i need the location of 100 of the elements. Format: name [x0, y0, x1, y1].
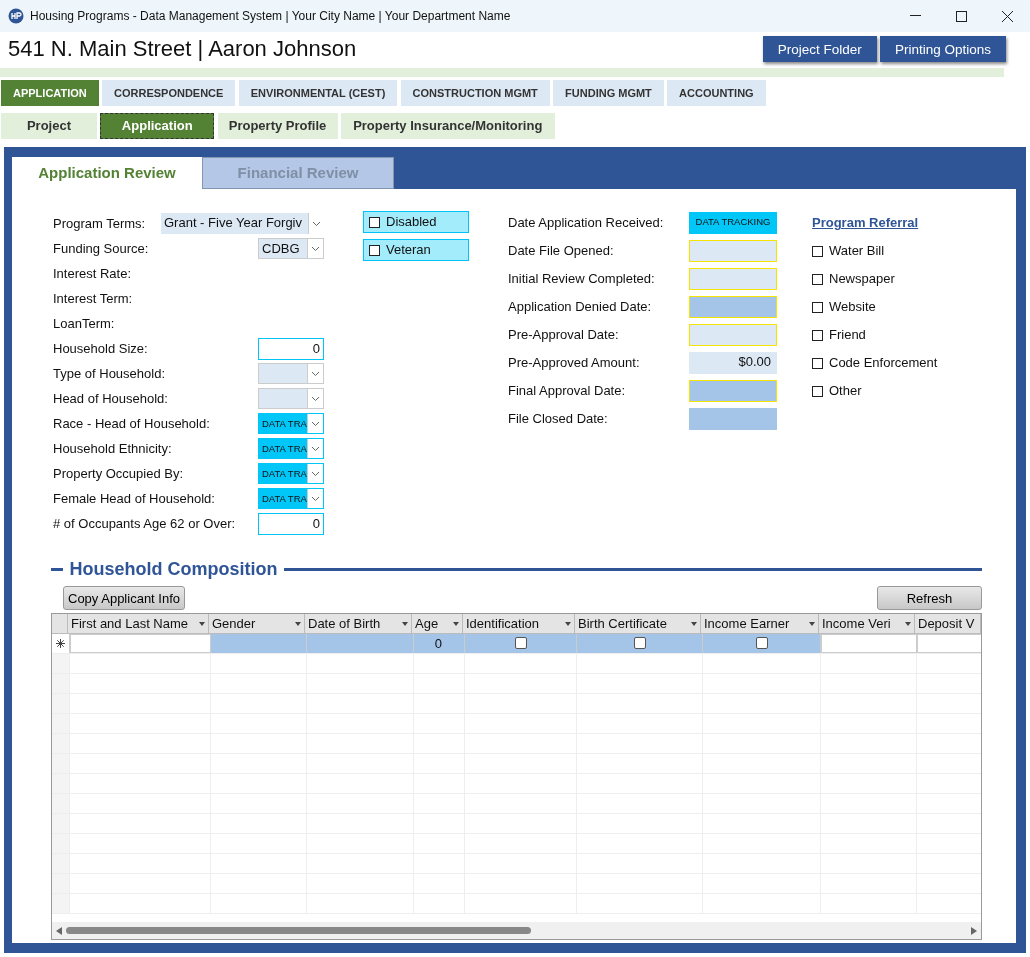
date-field[interactable]	[689, 296, 777, 318]
maximize-icon[interactable]	[955, 10, 967, 22]
column-header[interactable]: Identification	[463, 614, 575, 633]
table-cell[interactable]	[70, 634, 211, 653]
dropdown-field[interactable]: DATA TRA	[258, 413, 324, 434]
sub-tab[interactable]: Property Insurance/Monitoring	[340, 113, 555, 139]
sort-arrow-icon[interactable]	[453, 621, 459, 626]
dropdown-field[interactable]	[258, 388, 324, 409]
dropdown-field[interactable]: DATA TRA	[258, 463, 324, 484]
checkbox[interactable]	[633, 637, 646, 649]
sort-arrow-icon[interactable]	[199, 621, 205, 626]
column-title: Birth Certificate	[578, 614, 667, 633]
date-field[interactable]	[689, 408, 777, 430]
date-field[interactable]: $0.00	[689, 352, 777, 374]
table-cell[interactable]	[917, 634, 981, 653]
dropdown-field[interactable]: Grant - Five Year Forgiv	[161, 213, 324, 234]
close-icon[interactable]	[1001, 10, 1013, 22]
date-field[interactable]	[689, 324, 777, 346]
header-button[interactable]: Printing Options	[879, 36, 1006, 62]
review-tab[interactable]: Application Review	[12, 157, 202, 189]
field-label: File Closed Date:	[508, 410, 609, 429]
checkbox[interactable]	[812, 329, 823, 341]
date-field[interactable]: DATA TRACKING	[689, 212, 777, 234]
field-label: Pre-Approval Date:	[508, 326, 620, 345]
sort-arrow-icon[interactable]	[691, 621, 697, 626]
checkbox-label: Code Enforcement	[829, 354, 938, 373]
dropdown-field[interactable]: DATA TRA	[258, 438, 324, 459]
table-cell[interactable]	[307, 634, 414, 653]
field-label: Type of Household:	[53, 364, 166, 383]
window-title: Housing Programs - Data Management System | Your City Name | Your Department Name	[30, 8, 512, 25]
grid-button[interactable]: Refresh	[877, 586, 982, 610]
checkbox-label: Water Bill	[829, 242, 885, 261]
number-field[interactable]: 0	[258, 512, 324, 535]
section-tab[interactable]: APPLICATION	[1, 80, 99, 106]
checkbox-label: Friend	[829, 326, 866, 345]
column-header[interactable]: Income Veri	[819, 614, 915, 633]
number-field[interactable]: 0	[258, 337, 324, 360]
table-cell[interactable]: 0	[414, 634, 465, 653]
checkbox-label: Newspaper	[829, 270, 895, 289]
sub-tab[interactable]: Property Profile	[217, 113, 338, 139]
sort-arrow-icon[interactable]	[905, 621, 911, 626]
column-header[interactable]: Date of Birth	[305, 614, 412, 633]
field-label: Application Denied Date:	[508, 298, 653, 317]
field-label: Funding Source:	[53, 239, 149, 258]
section-tab[interactable]: CONSTRUCTION MGMT	[400, 80, 550, 106]
date-field[interactable]	[689, 380, 777, 402]
section-title: Household Composition	[69, 558, 278, 581]
table-cell[interactable]	[821, 634, 917, 653]
field-label: Female Head of Household:	[53, 489, 215, 508]
column-header[interactable]: Age	[412, 614, 463, 633]
column-header[interactable]: Birth Certificate	[575, 614, 701, 633]
date-field[interactable]	[689, 268, 777, 290]
new-record-icon	[56, 639, 65, 648]
field-label: Date File Opened:	[508, 242, 615, 261]
field-label: Interest Rate:	[53, 264, 132, 283]
checkbox[interactable]	[812, 245, 823, 257]
scroll-right-icon[interactable]	[971, 926, 977, 935]
checkbox[interactable]	[812, 301, 823, 313]
header-button[interactable]: Project Folder	[762, 36, 877, 62]
checkbox-field[interactable]: Veteran	[363, 239, 469, 261]
column-title: Income Veri	[822, 614, 891, 633]
checkbox[interactable]	[812, 273, 823, 285]
minimize-icon[interactable]	[909, 15, 921, 17]
table-cell[interactable]	[211, 634, 307, 653]
field-label: Property Occupied By:	[53, 464, 184, 483]
checkbox-label: Veteran	[386, 241, 431, 260]
grid-button[interactable]: Copy Applicant Info	[63, 586, 186, 610]
checkbox-label: Disabled	[386, 213, 437, 232]
scroll-left-icon[interactable]	[56, 926, 62, 935]
sub-tab[interactable]: Application	[100, 113, 215, 139]
sort-arrow-icon[interactable]	[565, 621, 571, 626]
section-tab[interactable]: FUNDING MGMT	[553, 80, 664, 106]
date-field[interactable]	[689, 240, 777, 262]
field-label: Pre-Approved Amount:	[508, 354, 641, 373]
field-label: Initial Review Completed:	[508, 270, 656, 289]
checkbox[interactable]	[514, 637, 527, 649]
checkbox[interactable]	[812, 385, 823, 397]
sort-arrow-icon[interactable]	[402, 621, 408, 626]
column-title: Income Earner	[704, 614, 790, 633]
section-tab[interactable]: ENVIRONMENTAL (CEST)	[238, 80, 398, 106]
referral-link[interactable]: Program Referral	[812, 213, 919, 233]
dropdown-field[interactable]: DATA TRA	[258, 488, 324, 509]
section-tab[interactable]: ACCOUNTING	[667, 80, 766, 106]
field-label: Program Terms:	[53, 214, 146, 233]
column-title: Identification	[466, 614, 539, 633]
dropdown-field[interactable]: CDBG	[258, 238, 324, 259]
column-header[interactable]: Gender	[209, 614, 305, 633]
field-label: Household Size:	[53, 339, 148, 358]
checkbox[interactable]	[755, 637, 768, 649]
dropdown-field[interactable]	[258, 363, 324, 384]
checkbox[interactable]	[812, 357, 823, 369]
sub-tab[interactable]: Project	[1, 113, 97, 139]
column-title: Date of Birth	[308, 614, 381, 633]
section-tab[interactable]: CORRESPONDENCE	[102, 80, 236, 106]
checkbox-field[interactable]: Disabled	[363, 211, 469, 233]
sort-arrow-icon[interactable]	[295, 621, 301, 626]
column-header[interactable]: Income Earner	[701, 614, 819, 633]
column-header[interactable]: First and Last Name	[68, 614, 209, 633]
column-title: First and Last Name	[71, 614, 189, 633]
sort-arrow-icon[interactable]	[809, 621, 815, 626]
